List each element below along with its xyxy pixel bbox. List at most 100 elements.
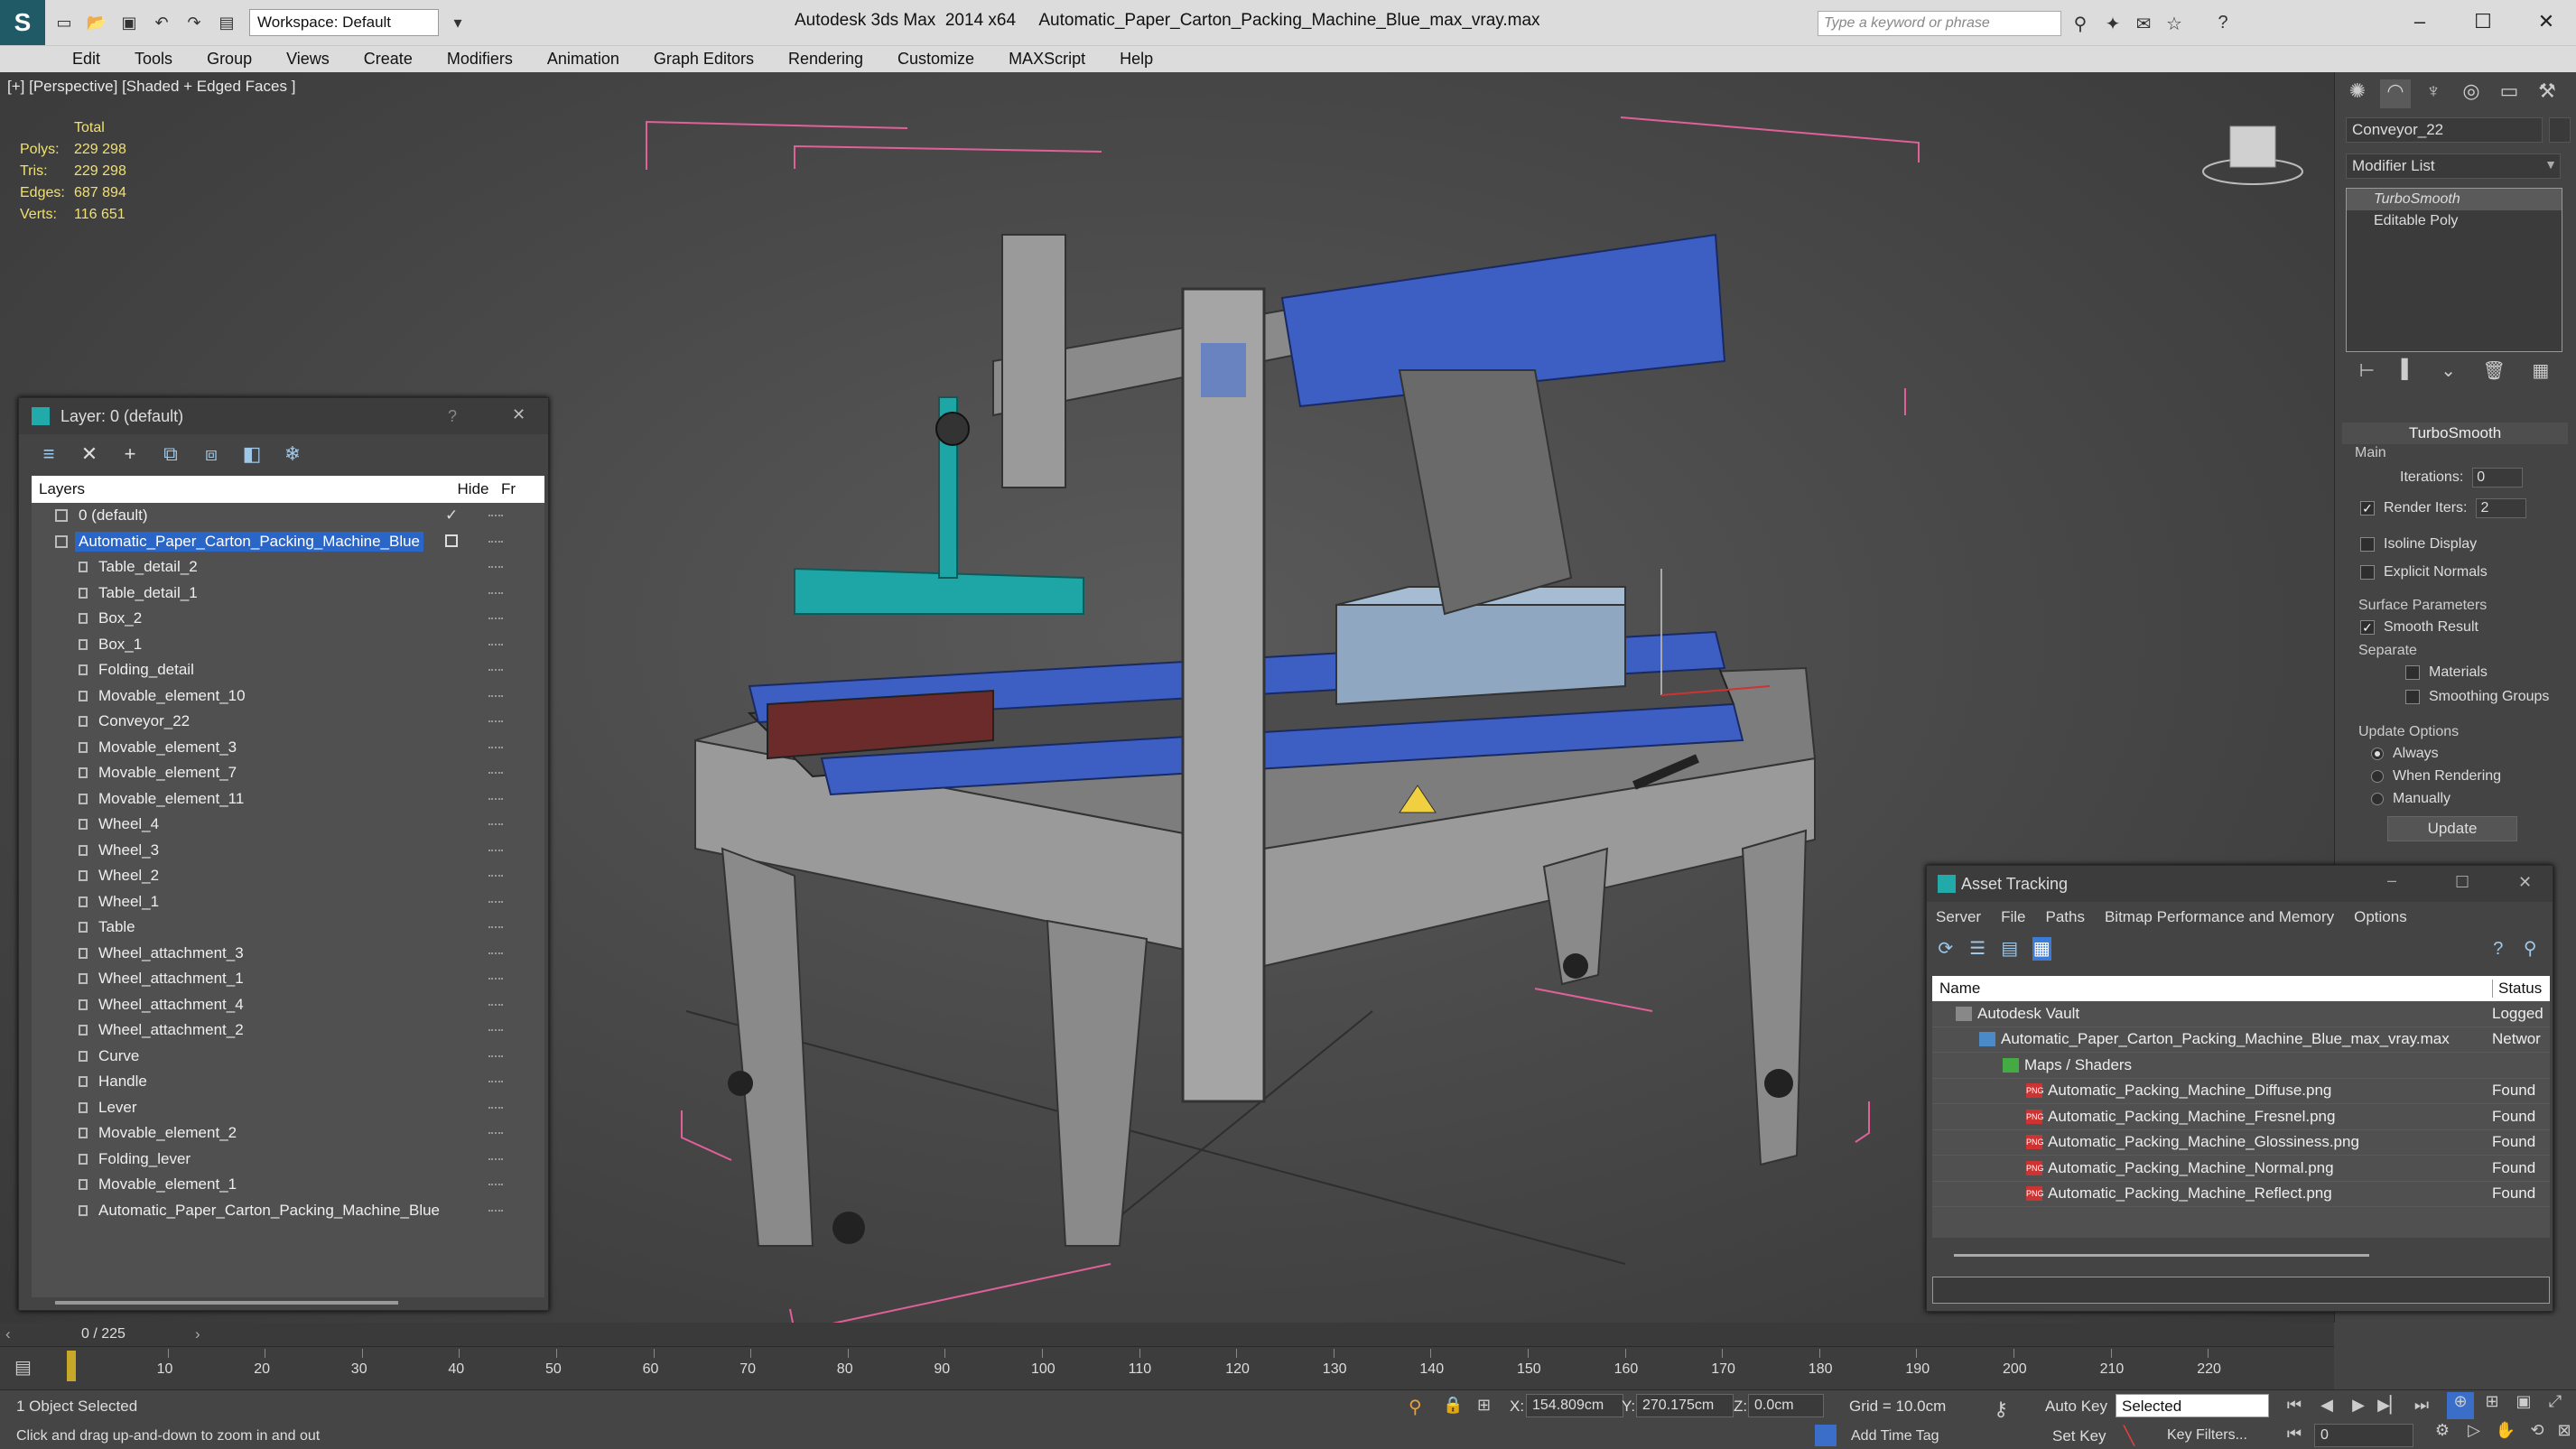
key-tangent-icon[interactable]: ╲: [2124, 1425, 2134, 1447]
hide-toggle[interactable]: [488, 669, 503, 672]
undo-icon[interactable]: ↶: [148, 9, 175, 36]
hide-toggle[interactable]: [488, 1184, 503, 1186]
maximize-icon[interactable]: ☐: [2465, 5, 2501, 38]
x-coord-field[interactable]: 154.809cm: [1526, 1394, 1623, 1417]
stack-item-turbosmooth[interactable]: TurboSmooth: [2347, 189, 2562, 210]
asset-row[interactable]: PNG Automatic_Packing_Machine_Glossiness.…: [1932, 1130, 2550, 1156]
menu-modifiers[interactable]: Modifiers: [447, 50, 513, 69]
hide-toggle[interactable]: [488, 772, 503, 775]
stack-item-editable-poly[interactable]: Editable Poly: [2347, 210, 2562, 232]
asset-path-field[interactable]: [1932, 1277, 2550, 1304]
horizontal-scrollbar[interactable]: [1954, 1254, 2369, 1257]
maximize-viewport-icon[interactable]: ⤢: [2542, 1392, 2569, 1419]
previous-frame-icon[interactable]: ◀: [2314, 1396, 2339, 1419]
hide-toggle[interactable]: [488, 566, 503, 569]
update-always-radio[interactable]: [2371, 748, 2384, 760]
menu-graph-editors[interactable]: Graph Editors: [654, 50, 754, 69]
layer-name[interactable]: Wheel_attachment_4: [95, 995, 247, 1015]
chevron-down-icon[interactable]: ▼: [2541, 157, 2561, 177]
explicit-normals-checkbox[interactable]: [2360, 565, 2375, 580]
table-view-icon[interactable]: ▦: [2032, 937, 2051, 961]
selection-lock-icon[interactable]: 🔒: [1443, 1396, 1463, 1415]
help-search-icon[interactable]: ⚲: [2521, 937, 2541, 961]
asset-row[interactable]: PNG Automatic_Packing_Machine_Diffuse.png…: [1932, 1079, 2550, 1104]
menu-customize[interactable]: Customize: [897, 50, 974, 69]
layer-row[interactable]: Wheel_2: [32, 863, 544, 889]
layer-name[interactable]: Table_detail_1: [95, 583, 201, 603]
layer-name[interactable]: Conveyor_22: [95, 711, 193, 731]
menu-group[interactable]: Group: [207, 50, 252, 69]
search-input[interactable]: Type a keyword or phrase: [1818, 11, 2061, 36]
layer-name[interactable]: Table: [95, 917, 139, 937]
select-objects-icon[interactable]: ⧉: [159, 442, 182, 466]
add-time-tag-icon[interactable]: [1815, 1425, 1837, 1446]
render-iters-checkbox[interactable]: ✓: [2360, 501, 2375, 516]
update-when-rendering-radio[interactable]: [2371, 770, 2384, 783]
layer-row[interactable]: Handle: [32, 1069, 544, 1095]
go-to-start-icon[interactable]: ⏮: [2282, 1396, 2307, 1419]
utilities-tab-icon[interactable]: ⚒: [2532, 79, 2562, 108]
hide-toggle[interactable]: [488, 1157, 503, 1161]
hide-all-icon[interactable]: ◧: [240, 442, 264, 466]
thumbnail-view-icon[interactable]: ▤: [2000, 937, 2020, 961]
layer-row[interactable]: Wheel_attachment_2: [32, 1017, 544, 1044]
go-to-end-icon[interactable]: ⏭: [2409, 1396, 2434, 1419]
column-header-layers[interactable]: Layers: [39, 480, 451, 498]
hide-toggle[interactable]: [488, 694, 503, 698]
new-layer-icon[interactable]: ≡: [37, 442, 60, 466]
favorites-star-icon[interactable]: ☆: [2163, 13, 2185, 34]
modifier-list-dropdown[interactable]: Modifier List: [2346, 153, 2561, 179]
hide-toggle[interactable]: [488, 720, 503, 723]
menu-animation[interactable]: Animation: [547, 50, 619, 69]
layer-row[interactable]: Box_1: [32, 632, 544, 658]
close-icon[interactable]: ✕: [2528, 5, 2564, 38]
minimize-icon[interactable]: –: [2387, 871, 2396, 890]
layer-name[interactable]: Movable_element_10: [95, 686, 249, 706]
layer-row[interactable]: Lever: [32, 1095, 544, 1121]
render-iters-spinner[interactable]: 2: [2476, 498, 2527, 518]
hide-toggle[interactable]: [488, 926, 503, 929]
layer-name[interactable]: Movable_element_2: [95, 1123, 240, 1143]
add-time-tag[interactable]: Add Time Tag: [1851, 1428, 1939, 1444]
hide-toggle[interactable]: [488, 1054, 503, 1058]
layer-row[interactable]: Wheel_attachment_3: [32, 941, 544, 967]
layer-name[interactable]: Lever: [95, 1098, 141, 1118]
asset-menu-file[interactable]: File: [2001, 908, 2025, 926]
key-filters-button[interactable]: Key Filters...: [2167, 1427, 2247, 1444]
turbosmooth-rollout-header[interactable]: TurboSmooth: [2342, 423, 2568, 444]
modify-tab-icon[interactable]: ◠: [2380, 79, 2411, 108]
set-key-button[interactable]: Set Key: [2052, 1427, 2106, 1445]
layer-name[interactable]: Handle: [95, 1072, 151, 1091]
layer-row[interactable]: Wheel_1: [32, 889, 544, 915]
smooth-result-checkbox[interactable]: ✓: [2360, 620, 2375, 635]
hide-toggle[interactable]: [488, 591, 503, 595]
time-slider-handle[interactable]: [67, 1351, 76, 1381]
layer-row[interactable]: Automatic_Paper_Carton_Packing_Machine_B…: [32, 1198, 544, 1224]
remove-modifier-icon[interactable]: 🗑: [2483, 359, 2506, 386]
layer-row[interactable]: Conveyor_22: [32, 709, 544, 735]
freeze-all-icon[interactable]: ❄: [281, 442, 304, 466]
layer-row[interactable]: Folding_lever: [32, 1147, 544, 1173]
chevron-left-icon[interactable]: ‹: [5, 1325, 11, 1343]
time-config-icon[interactable]: ⚙: [2429, 1421, 2456, 1448]
layer-row[interactable]: Folding_detail: [32, 657, 544, 683]
mini-curve-editor-icon[interactable]: ▤: [14, 1356, 32, 1379]
layer-row[interactable]: Movable_element_11: [32, 786, 544, 813]
refresh-icon[interactable]: ⟳: [1936, 937, 1956, 961]
app-logo[interactable]: S: [0, 0, 45, 45]
asset-row[interactable]: PNG Automatic_Packing_Machine_Normal.png F…: [1932, 1156, 2550, 1182]
menu-maxscript[interactable]: MAXScript: [1009, 50, 1085, 69]
layer-row[interactable]: Movable_element_7: [32, 760, 544, 786]
open-file-icon[interactable]: 📂: [83, 9, 110, 36]
menu-tools[interactable]: Tools: [135, 50, 172, 69]
list-view-icon[interactable]: ☰: [1968, 937, 1988, 961]
menu-create[interactable]: Create: [364, 50, 413, 69]
hide-toggle[interactable]: [488, 952, 503, 955]
smoothing-groups-checkbox[interactable]: [2405, 690, 2420, 704]
layer-row[interactable]: Movable_element_3: [32, 735, 544, 761]
hide-toggle[interactable]: [488, 643, 503, 646]
new-file-icon[interactable]: ▭: [51, 9, 78, 36]
layer-row[interactable]: Table_detail_1: [32, 581, 544, 607]
object-name-field[interactable]: Conveyor_22: [2346, 117, 2543, 143]
time-slider[interactable]: ‹ 0 / 225 ›: [0, 1323, 2334, 1346]
